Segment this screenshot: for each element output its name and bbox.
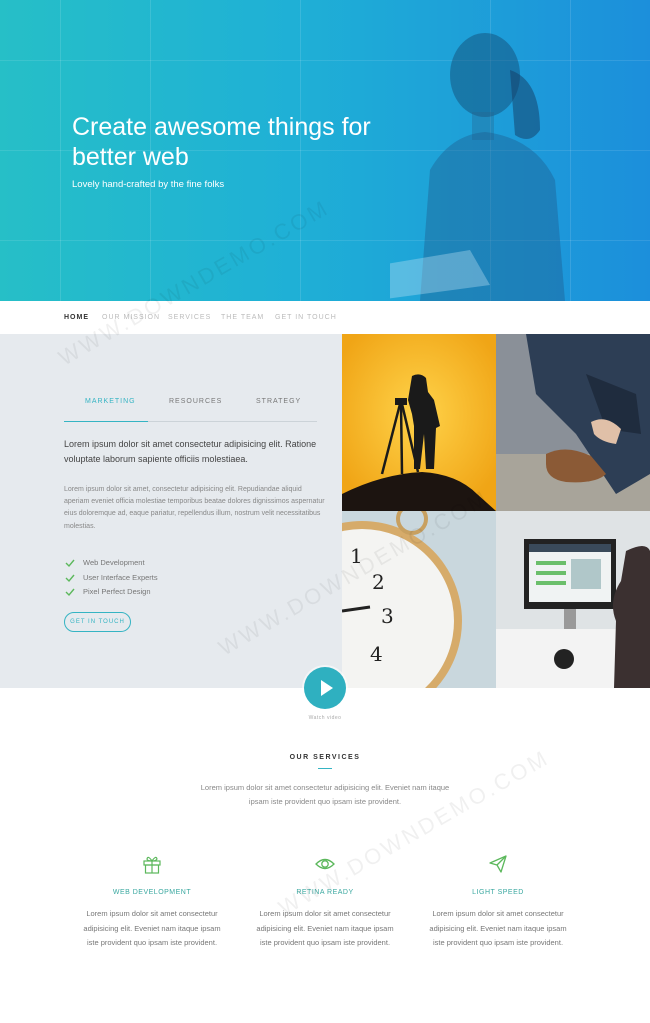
service-name: LIGHT SPEED — [472, 889, 524, 896]
shoe-lacing-image — [496, 334, 650, 511]
list-item: User Interface Experts — [64, 572, 158, 587]
gift-icon — [143, 856, 161, 874]
checklist-label: Pixel Perfect Design — [83, 587, 151, 596]
hero-title: Create awesome things for better web — [72, 113, 371, 171]
photographer-image — [342, 334, 496, 511]
play-video-button[interactable] — [304, 667, 346, 709]
checklist-label: User Interface Experts — [83, 572, 158, 582]
check-icon — [65, 574, 75, 582]
service-description: Lorem ipsum dolor sit amet consectetur a… — [83, 909, 221, 947]
service-name: WEB DEVELOPMENT — [112, 889, 192, 896]
svg-text:3: 3 — [381, 604, 394, 628]
list-item: Pixel Perfect Design — [64, 586, 158, 601]
services-title: OUR SERVICES — [289, 754, 361, 761]
body-text: Lorem ipsum dolor sit amet, consectetur … — [64, 486, 325, 530]
feature-checklist: Web Development User Interface Experts P… — [64, 557, 158, 601]
lead-text: Lorem ipsum dolor sit amet consectetur a… — [64, 439, 317, 464]
check-icon — [65, 588, 75, 597]
svg-text:4: 4 — [370, 642, 383, 666]
hero-subtitle: Lovely hand-crafted by the fine folks — [72, 179, 225, 190]
tab-marketing[interactable]: MARKETING — [85, 398, 136, 405]
service-description: Lorem ipsum dolor sit amet consectetur a… — [429, 909, 567, 947]
paper-plane-icon — [489, 855, 507, 873]
service-card-light-speed: LIGHT SPEED Lorem ipsum dolor sit amet c… — [428, 853, 568, 951]
watch-video-label: Watch video — [308, 715, 342, 721]
services-divider — [318, 768, 332, 769]
hero-person-image — [390, 33, 565, 301]
office-computer-image — [496, 511, 650, 688]
nav-item-services[interactable]: SERVICES — [168, 314, 211, 321]
get-in-touch-button[interactable]: GET IN TOUCH — [64, 612, 131, 632]
service-description: Lorem ipsum dolor sit amet consectetur a… — [256, 909, 394, 947]
list-item: Web Development — [64, 557, 158, 572]
service-card-web-development: WEB DEVELOPMENT Lorem ipsum dolor sit am… — [82, 853, 222, 951]
features-panel: MARKETING RESOURCES STRATEGY Lorem ipsum… — [0, 334, 342, 688]
tab-strategy[interactable]: STRATEGY — [256, 398, 301, 405]
checklist-label: Web Development — [83, 558, 145, 567]
hero-section: Create awesome things for better web Lov… — [0, 0, 650, 301]
nav-item-get-in-touch[interactable]: GET IN TOUCH — [275, 314, 337, 321]
nav-item-the-team[interactable]: THE TEAM — [221, 314, 264, 321]
check-icon — [65, 559, 75, 568]
services-intro: Lorem ipsum dolor sit amet consectetur a… — [200, 783, 450, 806]
active-tab-indicator — [64, 421, 148, 422]
nav-item-home[interactable]: HOME — [64, 314, 89, 321]
tab-bar: MARKETING RESOURCES STRATEGY — [64, 398, 317, 422]
tab-resources[interactable]: RESOURCES — [169, 398, 222, 405]
